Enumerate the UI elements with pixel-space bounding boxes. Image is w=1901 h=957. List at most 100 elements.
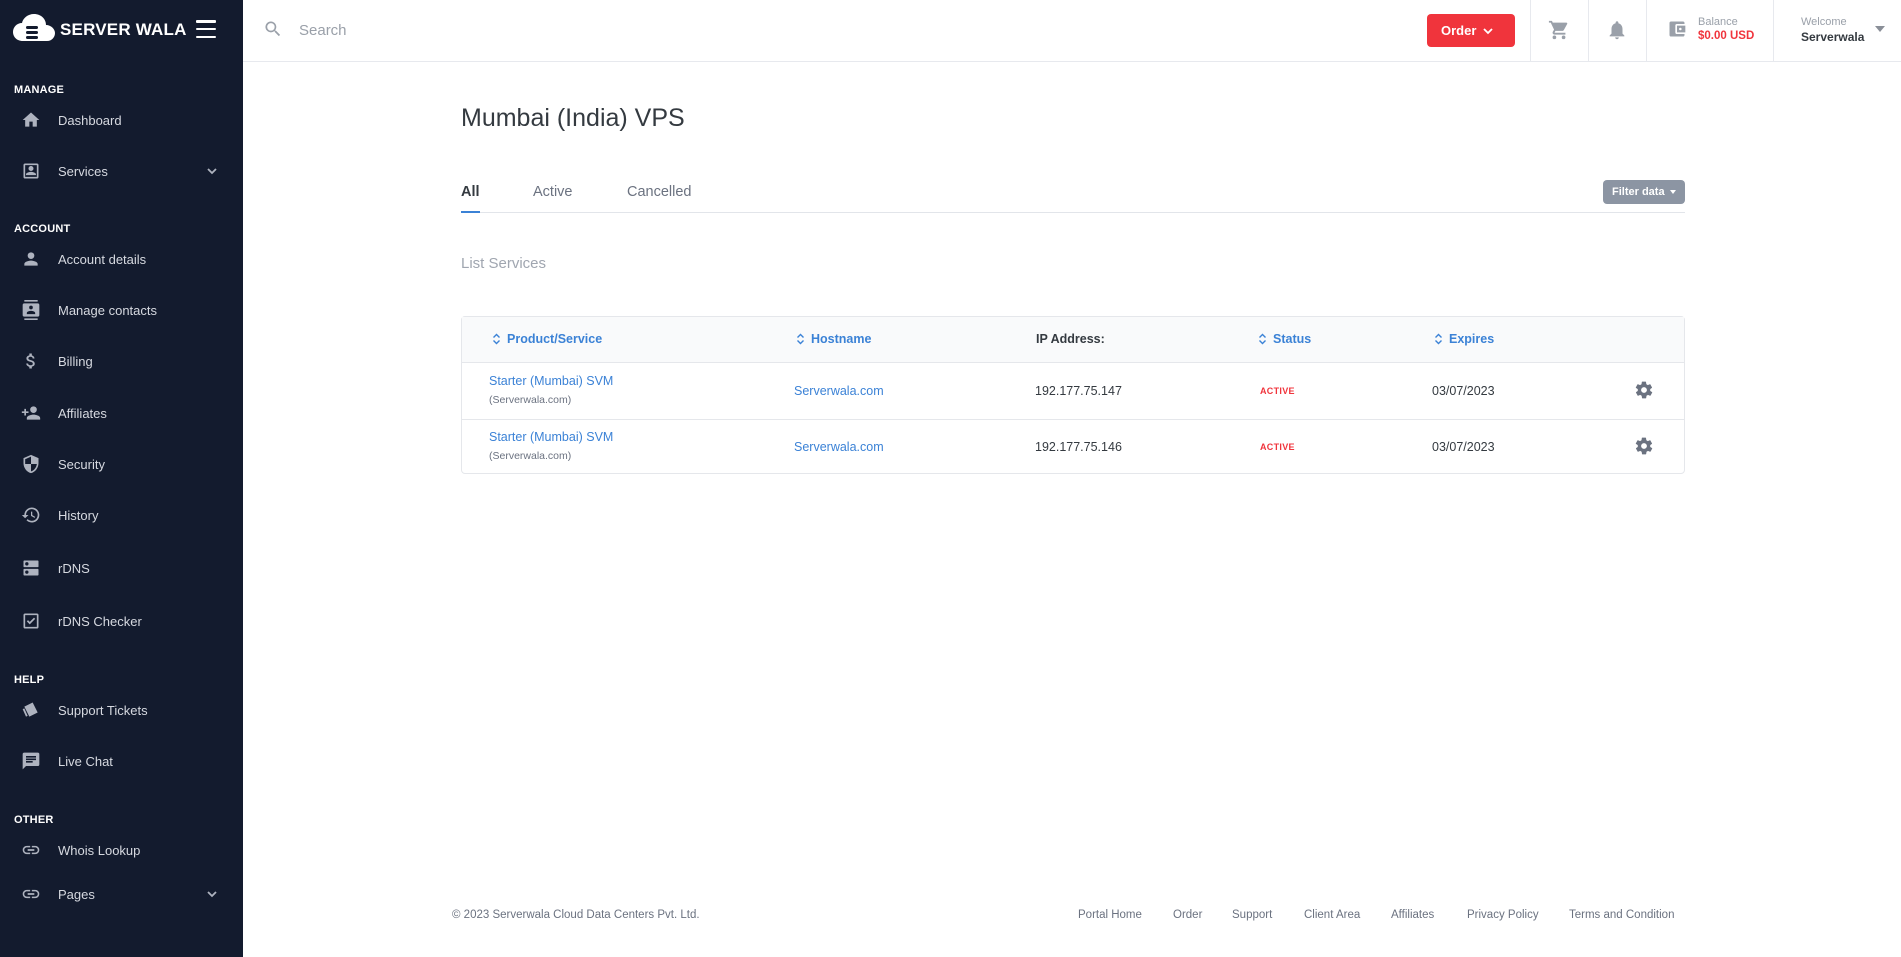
list-services-title: List Services: [461, 255, 547, 272]
link-icon: [21, 840, 41, 860]
dollar-icon: [21, 351, 41, 371]
caret-down-icon: [1670, 190, 1676, 194]
cart-icon[interactable]: [1548, 19, 1570, 41]
sidebar-item-history[interactable]: History: [0, 495, 243, 535]
sidebar-item-live-chat[interactable]: Live Chat: [0, 741, 243, 781]
tab-all[interactable]: All: [461, 184, 480, 213]
tab-active[interactable]: Active: [533, 184, 573, 213]
sort-icon: [1435, 333, 1442, 345]
wallet-icon: [1669, 21, 1686, 37]
search-icon[interactable]: [263, 19, 283, 39]
ip-address: 192.177.75.147: [1035, 384, 1122, 398]
sidebar-item-manage-contacts[interactable]: Manage contacts: [0, 290, 243, 330]
contact-box-icon: [21, 161, 41, 181]
balance-label: Balance: [1698, 16, 1738, 28]
sidebar-item-whois-lookup[interactable]: Whois Lookup: [0, 830, 243, 870]
column-header-label: Hostname: [811, 332, 872, 346]
status-badge: ACTIVE: [1260, 442, 1295, 452]
sidebar-item-label: History: [58, 507, 99, 523]
gear-icon[interactable]: [1634, 380, 1654, 400]
footer-link-support[interactable]: Support: [1232, 909, 1272, 921]
tab-cancelled[interactable]: Cancelled: [627, 184, 692, 213]
chevron-down-icon: [1483, 28, 1493, 35]
sidebar-item-pages[interactable]: Pages: [0, 874, 243, 914]
hostname-link[interactable]: Serverwala.com: [794, 440, 884, 454]
table-row[interactable]: Starter (Mumbai) SVM (Serverwala.com) Se…: [462, 363, 1684, 419]
welcome-label: Welcome: [1801, 16, 1847, 28]
bell-icon[interactable]: [1606, 19, 1628, 41]
header-divider: [1646, 0, 1647, 62]
table-row[interactable]: Starter (Mumbai) SVM (Serverwala.com) Se…: [462, 419, 1684, 475]
user-menu[interactable]: Welcome Serverwala: [1801, 14, 1901, 48]
product-name: Starter (Mumbai) SVM: [489, 430, 614, 444]
product-domain: (Serverwala.com): [489, 394, 572, 406]
shield-icon: [21, 454, 41, 474]
column-header-expires[interactable]: Expires: [1434, 332, 1494, 346]
status-badge: ACTIVE: [1260, 386, 1295, 396]
footer-copyright: © 2023 Serverwala Cloud Data Centers Pvt…: [452, 909, 700, 921]
column-header-hostname[interactable]: Hostname: [796, 332, 871, 346]
product-name: Starter (Mumbai) SVM: [489, 374, 614, 388]
sidebar-item-services[interactable]: Services: [0, 151, 243, 191]
order-button[interactable]: Order: [1427, 14, 1515, 47]
server-icon: [21, 558, 41, 578]
chevron-down-icon[interactable]: [206, 165, 218, 177]
person-icon: [21, 249, 41, 269]
sidebar-item-dashboard[interactable]: Dashboard: [0, 100, 243, 140]
column-header-label: Product/Service: [507, 332, 603, 346]
sidebar-item-label: Affiliates: [58, 405, 107, 421]
order-button-label: Order: [1441, 23, 1477, 38]
page-title: Mumbai (India) VPS: [461, 104, 685, 132]
column-header-status[interactable]: Status: [1258, 332, 1311, 346]
sidebar-item-account-details[interactable]: Account details: [0, 239, 243, 279]
sidebar-item-label: Dashboard: [58, 112, 122, 128]
sidebar-item-label: Account details: [58, 251, 147, 267]
brand-name: SERVER WALA: [60, 20, 187, 39]
filter-data-button[interactable]: Filter data: [1603, 180, 1685, 204]
section-title-account: ACCOUNT: [14, 223, 71, 235]
sort-icon: [1259, 333, 1266, 345]
sidebar-item-support-tickets[interactable]: Support Tickets: [0, 690, 243, 730]
top-header: Order Balance $0.00 USD Welcome Serverwa…: [243, 0, 1901, 62]
section-title-other: OTHER: [14, 814, 54, 826]
gear-icon[interactable]: [1634, 436, 1654, 456]
sidebar-item-label: Live Chat: [58, 753, 113, 769]
product-domain: (Serverwala.com): [489, 450, 572, 462]
footer-link-terms[interactable]: Terms and Condition: [1569, 909, 1674, 921]
search-input[interactable]: [299, 16, 899, 44]
footer-link-order[interactable]: Order: [1173, 909, 1202, 921]
footer-link-privacy-policy[interactable]: Privacy Policy: [1467, 909, 1539, 921]
expiry-date: 03/07/2023: [1432, 384, 1495, 398]
check-box-icon: [21, 611, 41, 631]
user-name: Serverwala: [1801, 30, 1865, 44]
sidebar-item-affiliates[interactable]: Affiliates: [0, 393, 243, 433]
sidebar-item-security[interactable]: Security: [0, 444, 243, 484]
services-table: Product/Service Hostname IP Address: Sta…: [461, 316, 1685, 474]
hostname-link[interactable]: Serverwala.com: [794, 384, 884, 398]
column-header-ip: IP Address:: [1036, 332, 1105, 346]
footer-link-client-area[interactable]: Client Area: [1304, 909, 1360, 921]
sidebar-item-label: Security: [58, 456, 105, 472]
product-link[interactable]: Starter (Mumbai) SVM (Serverwala.com): [489, 374, 613, 406]
header-divider: [1530, 0, 1531, 62]
sidebar-item-billing[interactable]: Billing: [0, 341, 243, 381]
footer-links: Portal Home Order Support Client Area Af…: [1078, 909, 1685, 925]
sidebar-item-rdns[interactable]: rDNS: [0, 548, 243, 588]
table-header: Product/Service Hostname IP Address: Sta…: [462, 317, 1684, 363]
product-link[interactable]: Starter (Mumbai) SVM (Serverwala.com): [489, 430, 613, 462]
sidebar-item-rdns-checker[interactable]: rDNS Checker: [0, 601, 243, 641]
brand-logo[interactable]: SERVER WALA: [12, 13, 187, 48]
history-icon: [21, 505, 41, 525]
menu-toggle-icon[interactable]: [196, 20, 216, 38]
sidebar-item-label: rDNS: [58, 560, 90, 576]
sidebar-item-label: rDNS Checker: [58, 613, 142, 629]
sort-icon: [493, 333, 500, 345]
sidebar-item-label: Support Tickets: [58, 702, 148, 718]
footer-link-portal-home[interactable]: Portal Home: [1078, 909, 1142, 921]
sidebar-item-label: Billing: [58, 353, 93, 369]
chevron-down-icon[interactable]: [206, 888, 218, 900]
tab-bar: All Active Cancelled: [461, 176, 1685, 213]
column-header-product[interactable]: Product/Service: [492, 332, 602, 346]
sidebar-item-label: Whois Lookup: [58, 842, 141, 858]
footer-link-affiliates[interactable]: Affiliates: [1391, 909, 1434, 921]
